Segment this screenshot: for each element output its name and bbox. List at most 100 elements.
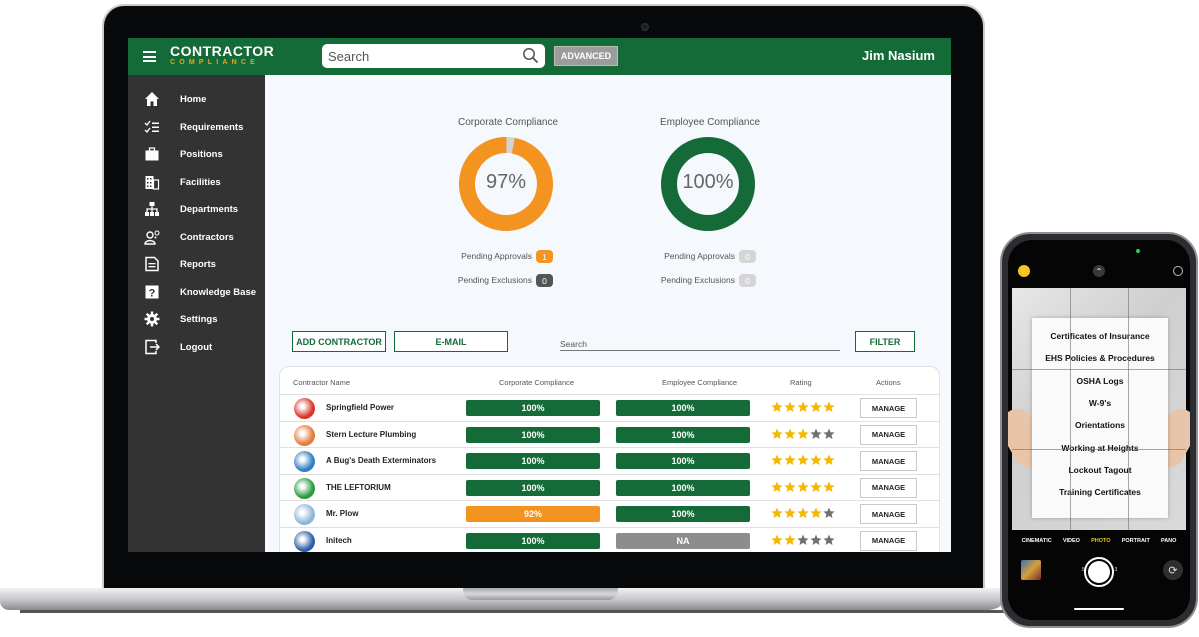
sidebar-item-settings[interactable]: Settings [128,307,265,331]
contractor-name[interactable]: Mr. Plow [326,509,358,518]
star-icon[interactable] [823,428,835,440]
global-search-input[interactable] [328,47,518,65]
photo-thumbnail[interactable] [1021,560,1041,580]
mode-photo[interactable]: PHOTO [1091,538,1110,544]
menu-icon[interactable] [143,51,156,62]
email-button[interactable]: E-MAIL [394,331,508,352]
sidebar-item-requirements[interactable]: Requirements [128,115,265,139]
search-icon[interactable] [522,47,539,64]
star-icon[interactable] [771,401,783,413]
manage-button[interactable]: MANAGE [860,504,917,524]
rating-stars[interactable] [771,507,835,519]
document-line: W-9's [1088,398,1112,408]
table-search-input[interactable] [560,336,840,352]
column-header-name[interactable]: Contractor Name [293,378,350,387]
star-icon[interactable] [771,454,783,466]
shutter-button[interactable] [1084,557,1114,587]
table-row[interactable]: A Bug's Death Exterminators 100% 100% MANAG… [280,447,939,474]
star-icon[interactable] [797,454,809,466]
filter-button[interactable]: FILTER [855,331,915,352]
employee-pending-approvals-badge[interactable]: 0 [739,250,756,263]
rating-stars[interactable] [771,428,835,440]
contractor-name[interactable]: Initech [326,536,352,545]
mode-portrait[interactable]: PORTRAIT [1122,538,1150,544]
star-icon[interactable] [810,454,822,466]
column-header-corporate[interactable]: Corporate Compliance [499,378,574,387]
add-contractor-button[interactable]: ADD CONTRACTOR [292,331,386,352]
contractor-name[interactable]: A Bug's Death Exterminators [326,456,436,465]
star-icon[interactable] [771,507,783,519]
mode-pano[interactable]: PANO [1161,538,1176,544]
manage-button[interactable]: MANAGE [860,477,917,498]
rating-stars[interactable] [771,454,835,466]
chevron-up-icon[interactable]: ⌃ [1093,265,1105,277]
report-icon [145,256,159,272]
rating-stars[interactable] [771,534,835,546]
employee-compliance-value: 100% [682,171,734,193]
star-icon[interactable] [810,401,822,413]
star-icon[interactable] [810,481,822,493]
contractor-name[interactable]: Stern Lecture Plumbing [326,430,416,439]
table-row[interactable]: THE LEFTORIUM 100% 100% MANAGE [280,473,939,501]
star-icon[interactable] [771,481,783,493]
manage-button[interactable]: MANAGE [860,424,917,445]
sidebar-item-positions[interactable]: Positions [128,142,265,166]
contractor-name[interactable]: THE LEFTORIUM [326,483,391,492]
rating-stars[interactable] [771,401,835,413]
rating-stars[interactable] [771,481,835,493]
contractor-name[interactable]: Springfield Power [326,403,394,412]
column-header-employee[interactable]: Employee Compliance [662,378,737,387]
sidebar-item-knowledge-base[interactable]: ? Knowledge Base [128,280,265,304]
manage-button[interactable]: MANAGE [860,451,917,471]
star-icon[interactable] [784,507,796,519]
sidebar-item-facilities[interactable]: Facilities [128,170,265,194]
star-icon[interactable] [797,534,809,546]
star-icon[interactable] [784,428,796,440]
star-icon[interactable] [771,534,783,546]
employee-compliance-bar: 100% [616,479,750,496]
table-row[interactable]: Initech 100% NA MANAGE [280,526,939,553]
sidebar-item-logout[interactable]: Logout [128,335,265,359]
star-icon[interactable] [823,401,835,413]
table-row[interactable]: Mr. Plow 92% 100% MANAGE [280,500,939,527]
manage-button[interactable]: MANAGE [860,530,917,551]
star-icon[interactable] [810,428,822,440]
table-row[interactable]: Springfield Power 100% 100% MANAGE [280,394,939,421]
user-menu[interactable]: Jim Nasium [862,48,935,63]
logo[interactable]: CONTRACTOR COMPLIANCE [170,44,274,67]
mode-cinematic[interactable]: CINEMATIC [1022,538,1052,544]
star-icon[interactable] [797,481,809,493]
sidebar-item-departments[interactable]: Departments [128,197,265,221]
star-icon[interactable] [797,401,809,413]
flip-camera-icon[interactable]: ⟳ [1163,560,1183,580]
sidebar-item-home[interactable]: Home [128,87,265,111]
star-icon[interactable] [810,507,822,519]
advanced-search-button[interactable]: ADVANCED [554,46,618,66]
star-icon[interactable] [784,534,796,546]
star-icon[interactable] [784,401,796,413]
live-photo-off-icon[interactable] [1173,266,1183,276]
flash-icon[interactable]: ⚡ [1018,265,1030,277]
column-header-rating[interactable]: Rating [790,378,812,387]
star-icon[interactable] [797,428,809,440]
table-row[interactable]: Stern Lecture Plumbing 100% 100% MANAGE [280,420,939,448]
sidebar-item-contractors[interactable]: Contractors [128,225,265,249]
corporate-pending-exclusions-badge[interactable]: 0 [536,274,553,287]
star-icon[interactable] [771,428,783,440]
sidebar-item-reports[interactable]: Reports [128,252,265,276]
mode-video[interactable]: VIDEO [1063,538,1080,544]
star-icon[interactable] [823,454,835,466]
star-icon[interactable] [784,481,796,493]
star-icon[interactable] [810,534,822,546]
star-icon[interactable] [784,454,796,466]
star-icon[interactable] [823,534,835,546]
employee-pending-exclusions-badge[interactable]: 0 [739,274,756,287]
webcam [641,23,649,31]
star-icon[interactable] [797,507,809,519]
zoom-option[interactable]: 3 [1115,567,1118,573]
star-icon[interactable] [823,481,835,493]
manage-button[interactable]: MANAGE [860,398,917,418]
star-icon[interactable] [823,507,835,519]
corporate-pending-approvals-badge[interactable]: 1 [536,250,553,263]
logout-icon [145,339,160,355]
